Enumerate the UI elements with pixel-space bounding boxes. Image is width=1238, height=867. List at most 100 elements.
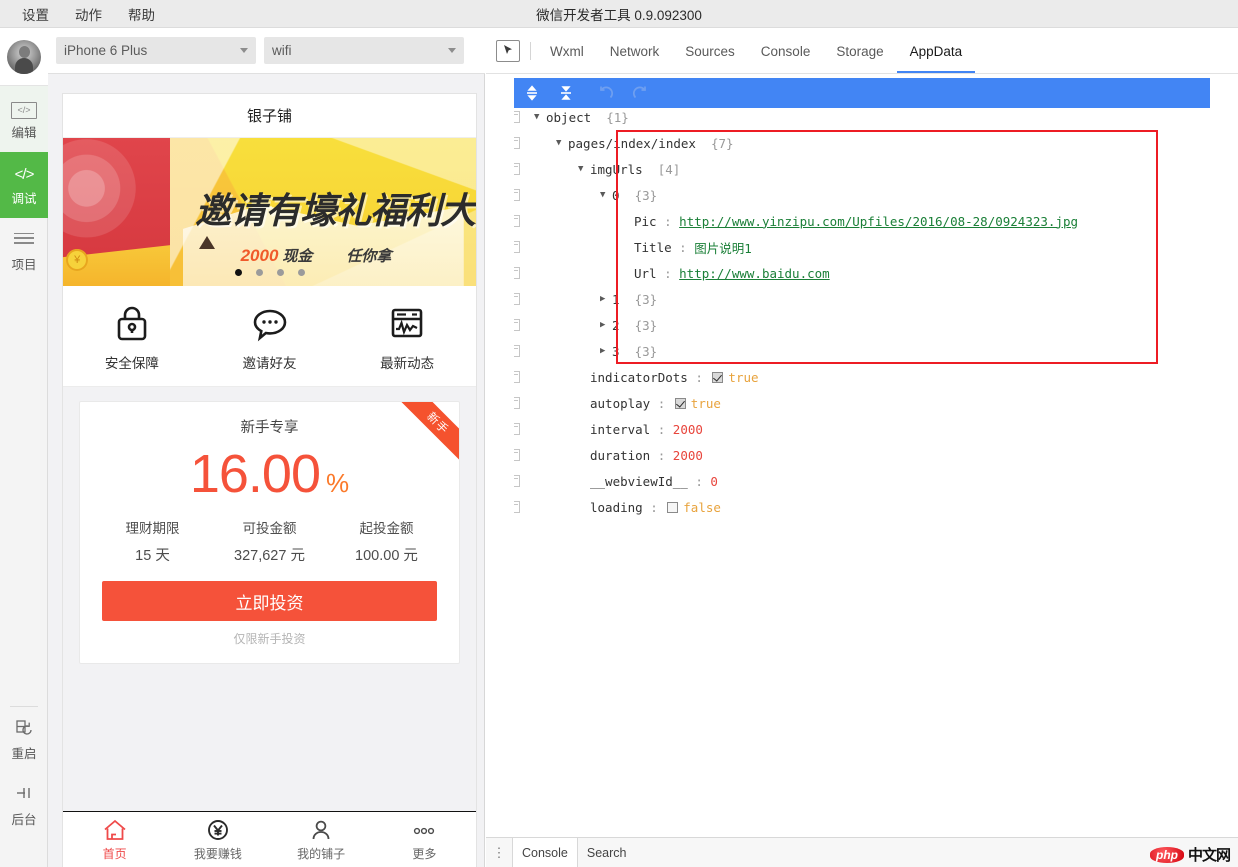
tree-separator: : bbox=[688, 474, 711, 489]
banner-prev-slide bbox=[63, 138, 170, 286]
tab-more[interactable]: 更多 bbox=[373, 818, 476, 862]
row-toggle-icon[interactable] bbox=[514, 371, 520, 383]
undo-icon[interactable] bbox=[598, 85, 614, 101]
row-toggle-icon[interactable] bbox=[514, 501, 520, 513]
row-toggle-icon[interactable] bbox=[514, 449, 520, 461]
tab-earn[interactable]: 我要赚钱 bbox=[166, 818, 269, 862]
row-toggle-icon[interactable] bbox=[514, 293, 520, 305]
row-toggle-icon[interactable] bbox=[514, 241, 520, 253]
tree-value[interactable]: http://www.yinzipu.com/Upfiles/2016/08-2… bbox=[679, 214, 1078, 229]
tab-network[interactable]: Network bbox=[597, 29, 673, 73]
row-toggle-icon[interactable] bbox=[514, 137, 520, 149]
rail-item-restart[interactable]: 重启 bbox=[0, 707, 48, 773]
disclosure-triangle-icon[interactable]: ▶ bbox=[600, 294, 612, 304]
tree-row[interactable]: ▶3 {3} bbox=[514, 338, 1238, 364]
carousel-dot[interactable] bbox=[235, 269, 242, 276]
collapse-all-icon[interactable] bbox=[558, 85, 574, 101]
cursor-select-icon[interactable] bbox=[496, 40, 520, 62]
metric-minimum-label: 起投金额 bbox=[328, 517, 445, 537]
row-toggle-icon[interactable] bbox=[514, 111, 520, 123]
more-options-icon[interactable]: ⋮ bbox=[486, 845, 512, 861]
bottom-tabbar: 首页 我要赚钱 我 bbox=[63, 811, 476, 867]
page-title: 银子铺 bbox=[63, 94, 476, 138]
row-toggle-icon[interactable] bbox=[514, 267, 520, 279]
row-toggle-icon[interactable] bbox=[514, 319, 520, 331]
device-select[interactable]: iPhone 6 Plus bbox=[56, 37, 256, 64]
bottom-tab-search[interactable]: Search bbox=[578, 838, 636, 867]
tree-row[interactable]: ▼0 {3} bbox=[514, 182, 1238, 208]
quick-action-invite[interactable]: 邀请好友 bbox=[201, 302, 339, 372]
row-toggle-icon[interactable] bbox=[514, 345, 520, 357]
network-select[interactable]: wifi bbox=[264, 37, 464, 64]
tree-checkbox[interactable] bbox=[712, 372, 723, 383]
product-card-wrapper: 新手 新手专享 16.00% 理财期限 15 天 可投金额 327,627 元 bbox=[63, 387, 476, 678]
row-toggle-icon[interactable] bbox=[514, 189, 520, 201]
carousel-dot[interactable] bbox=[256, 269, 263, 276]
tree-row[interactable]: loading : false bbox=[514, 494, 1238, 520]
tree-row[interactable]: ▶1 {3} bbox=[514, 286, 1238, 312]
tree-value[interactable]: http://www.baidu.com bbox=[679, 266, 830, 281]
disclosure-triangle-icon[interactable]: ▼ bbox=[600, 190, 612, 200]
menu-item-actions[interactable]: 动作 bbox=[75, 4, 102, 24]
tree-row[interactable]: __webviewId__ : 0 bbox=[514, 468, 1238, 494]
user-avatar[interactable] bbox=[0, 28, 48, 86]
toolbar-divider bbox=[530, 42, 531, 60]
tab-wxml[interactable]: Wxml bbox=[537, 29, 597, 73]
carousel-dot[interactable] bbox=[277, 269, 284, 276]
quick-action-news[interactable]: 最新动态 bbox=[338, 302, 476, 372]
tree-row[interactable]: indicatorDots : true bbox=[514, 364, 1238, 390]
tab-home[interactable]: 首页 bbox=[63, 818, 166, 862]
disclosure-triangle-icon[interactable]: ▶ bbox=[600, 346, 612, 356]
disclosure-triangle-icon[interactable]: ▼ bbox=[578, 164, 590, 174]
tree-meta: {3} bbox=[620, 188, 658, 203]
tree-row[interactable]: ▶2 {3} bbox=[514, 312, 1238, 338]
tab-shop-label: 我的铺子 bbox=[270, 845, 373, 862]
tree-row[interactable]: interval : 2000 bbox=[514, 416, 1238, 442]
rail-item-background[interactable]: 后台 bbox=[0, 773, 48, 839]
tree-row[interactable]: Title : 图片说明1 bbox=[514, 234, 1238, 260]
tree-row[interactable]: Url : http://www.baidu.com bbox=[514, 260, 1238, 286]
tab-appdata[interactable]: AppData bbox=[897, 29, 976, 73]
devtools-panel: Wxml Network Sources Console Storage App… bbox=[486, 28, 1238, 867]
row-toggle-icon[interactable] bbox=[514, 163, 520, 175]
tree-row[interactable]: duration : 2000 bbox=[514, 442, 1238, 468]
tree-checkbox[interactable] bbox=[675, 398, 686, 409]
tab-console[interactable]: Console bbox=[748, 29, 824, 73]
disclosure-triangle-icon[interactable]: ▼ bbox=[534, 112, 546, 122]
chevron-down-icon bbox=[448, 48, 456, 53]
metric-available-label: 可投金额 bbox=[211, 517, 328, 537]
menu-item-help[interactable]: 帮助 bbox=[128, 4, 155, 24]
carousel-dot[interactable] bbox=[298, 269, 305, 276]
tree-value: 0 bbox=[710, 474, 718, 489]
tree-row[interactable]: ▼imgUrls [4] bbox=[514, 156, 1238, 182]
tree-row[interactable]: ▼pages/index/index {7} bbox=[514, 130, 1238, 156]
menu-item-settings[interactable]: 设置 bbox=[22, 4, 49, 24]
redo-icon[interactable] bbox=[632, 85, 648, 101]
row-toggle-icon[interactable] bbox=[514, 475, 520, 487]
banner-triangle-decoration bbox=[199, 236, 215, 249]
row-toggle-icon[interactable] bbox=[514, 215, 520, 227]
expand-all-icon[interactable] bbox=[524, 85, 540, 101]
carousel-dots bbox=[63, 269, 476, 276]
tab-shop[interactable]: 我的铺子 bbox=[270, 818, 373, 862]
tree-row[interactable]: Pic : http://www.yinzipu.com/Upfiles/201… bbox=[514, 208, 1238, 234]
background-icon bbox=[0, 785, 48, 807]
tab-sources[interactable]: Sources bbox=[672, 29, 748, 73]
rail-item-debug[interactable]: </> 调试 bbox=[0, 152, 48, 218]
invest-now-button[interactable]: 立即投资 bbox=[102, 581, 437, 621]
row-toggle-icon[interactable] bbox=[514, 397, 520, 409]
bottom-tab-console[interactable]: Console bbox=[512, 838, 578, 867]
tab-storage[interactable]: Storage bbox=[823, 29, 896, 73]
rail-item-project[interactable]: 项目 bbox=[0, 218, 48, 284]
rail-item-edit[interactable]: </> 编辑 bbox=[0, 86, 48, 152]
tree-checkbox[interactable] bbox=[667, 502, 678, 513]
tree-row[interactable]: ▼object {1} bbox=[514, 104, 1238, 130]
disclosure-triangle-icon[interactable]: ▼ bbox=[556, 138, 568, 148]
quick-action-security[interactable]: 安全保障 bbox=[63, 302, 201, 372]
product-card-title: 新手专享 bbox=[94, 416, 445, 437]
hamburger-icon bbox=[0, 230, 48, 252]
row-toggle-icon[interactable] bbox=[514, 423, 520, 435]
disclosure-triangle-icon[interactable]: ▶ bbox=[600, 320, 612, 330]
banner-carousel[interactable]: 邀请有壕礼福利大升 2000现金任你拿 bbox=[63, 138, 476, 286]
tree-row[interactable]: autoplay : true bbox=[514, 390, 1238, 416]
